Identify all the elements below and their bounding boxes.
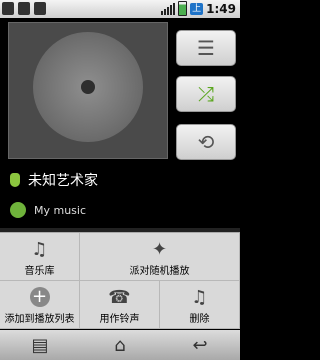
- album-art: [8, 22, 168, 159]
- options-menu: ♫ 音乐库 ✦ 派对随机播放 + 添加到播放列表 ☎ 用作铃声 ♫ 删除: [0, 232, 240, 329]
- navigation-bar: ▤ ⌂ ↩: [0, 330, 240, 360]
- playlist-button[interactable]: ☰: [176, 30, 236, 66]
- album-row: My music: [10, 202, 86, 218]
- artist-row: 未知艺术家: [10, 170, 98, 190]
- repeat-button[interactable]: ⟲: [176, 124, 236, 160]
- menu-item-add-to-playlist[interactable]: + 添加到播放列表: [0, 281, 80, 329]
- playlist-icon: ☰: [197, 36, 215, 60]
- disc-icon: [33, 32, 143, 142]
- album-icon: [10, 202, 26, 218]
- ime-indicator: 上: [190, 2, 204, 15]
- clock: 1:49: [206, 1, 236, 16]
- home-button[interactable]: ⌂: [100, 333, 140, 357]
- back-icon: ↩: [192, 334, 208, 356]
- menu-item-label: 音乐库: [24, 266, 55, 277]
- ringtone-icon: ☎: [108, 286, 131, 308]
- menu-item-delete[interactable]: ♫ 删除: [160, 281, 240, 329]
- delete-icon: ♫: [191, 286, 208, 308]
- back-button[interactable]: ↩: [180, 333, 220, 357]
- status-bar: 上 1:49: [0, 0, 240, 18]
- menu-item-label: 删除: [189, 314, 210, 325]
- shuffle-button[interactable]: ⤮: [176, 76, 236, 112]
- shuffle-icon: ⤮: [198, 82, 214, 106]
- play-status-icon: [34, 2, 46, 15]
- repeat-icon: ⟲: [197, 130, 215, 154]
- party-shuffle-icon: ✦: [151, 238, 168, 260]
- album-name: My music: [34, 203, 87, 217]
- menu-item-use-as-ringtone[interactable]: ☎ 用作铃声: [80, 281, 160, 329]
- menu-item-label: 用作铃声: [99, 314, 140, 325]
- menu-item-music-library[interactable]: ♫ 音乐库: [0, 233, 80, 281]
- menu-item-label: 派对随机播放: [129, 266, 190, 277]
- artist-icon: [10, 173, 20, 187]
- artist-name: 未知艺术家: [28, 173, 98, 189]
- music-library-icon: ♫: [31, 238, 48, 260]
- menu-item-label: 添加到播放列表: [4, 314, 75, 325]
- signal-icon: [161, 2, 176, 15]
- home-icon: ⌂: [114, 334, 126, 356]
- menu-item-party-shuffle[interactable]: ✦ 派对随机播放: [80, 233, 240, 281]
- add-to-playlist-icon: +: [29, 287, 50, 307]
- notification-icon: [2, 2, 14, 15]
- menu-icon: ▤: [31, 334, 49, 356]
- usb-icon: [18, 2, 30, 15]
- battery-icon: [178, 1, 188, 16]
- menu-button[interactable]: ▤: [20, 333, 60, 357]
